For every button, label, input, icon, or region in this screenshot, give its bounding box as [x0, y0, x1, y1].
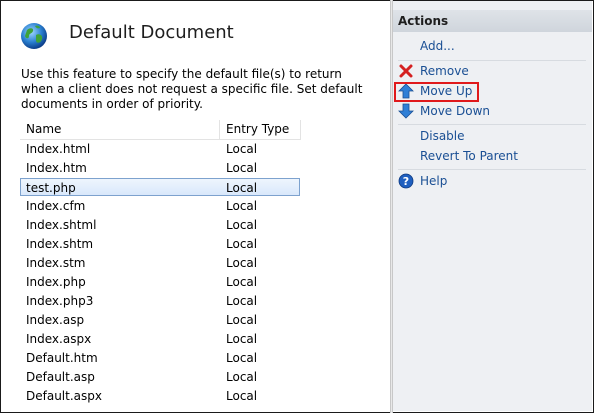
cell-entry-type: Local — [226, 218, 258, 232]
cell-entry-type: Local — [226, 161, 258, 175]
add-label[interactable]: Add... — [420, 37, 455, 55]
cell-name: Index.stm — [26, 256, 86, 270]
table-row[interactable]: Default.asp Local — [20, 368, 300, 386]
table-row[interactable]: Index.php Local — [20, 273, 300, 291]
disable-label[interactable]: Disable — [420, 127, 465, 145]
table-row[interactable]: Index.aspx Local — [20, 330, 300, 348]
cell-name: Index.cfm — [26, 199, 86, 213]
cell-name: Index.htm — [26, 161, 87, 175]
remove-label[interactable]: Remove — [420, 62, 469, 80]
page-title: Default Document — [69, 22, 234, 43]
cell-name: test.php — [26, 181, 76, 195]
table-row[interactable]: Index.htm Local — [20, 159, 300, 177]
cell-name: Index.php3 — [26, 294, 94, 308]
cell-entry-type: Local — [226, 199, 258, 213]
cell-name: Index.asp — [26, 313, 85, 327]
separator — [398, 60, 586, 61]
table-row[interactable]: Index.stm Local — [20, 254, 300, 272]
arrow-down-icon — [398, 103, 414, 119]
table-row[interactable]: Index.cfm Local — [20, 197, 300, 215]
cell-name: Default.htm — [26, 351, 98, 365]
globe-icon — [21, 23, 47, 49]
list-header: Name Entry Type — [20, 120, 301, 140]
move-down-label[interactable]: Move Down — [420, 102, 490, 120]
main-panel: Default Document Use this feature to spe… — [1, 1, 390, 411]
table-row[interactable]: Index.php3 Local — [20, 292, 300, 310]
cell-entry-type: Local — [226, 370, 258, 384]
cell-name: Index.shtm — [26, 237, 94, 251]
column-header-name[interactable]: Name — [20, 120, 220, 139]
feature-description: Use this feature to specify the default … — [21, 67, 363, 111]
cell-name: Default.asp — [26, 370, 95, 384]
table-row[interactable]: Index.shtm Local — [20, 235, 300, 253]
cell-entry-type: Local — [226, 181, 258, 195]
column-header-entry-type[interactable]: Entry Type — [220, 120, 301, 139]
remove-x-icon — [399, 64, 413, 78]
cell-name: Index.aspx — [26, 332, 92, 346]
separator — [398, 169, 586, 170]
table-row[interactable]: Index.asp Local — [20, 311, 300, 329]
svg-text:?: ? — [403, 175, 409, 188]
table-row[interactable]: Default.aspx Local — [20, 387, 300, 405]
cell-entry-type: Local — [226, 313, 258, 327]
table-row[interactable]: Index.shtml Local — [20, 216, 300, 234]
cell-entry-type: Local — [226, 275, 258, 289]
cell-entry-type: Local — [226, 237, 258, 251]
cell-entry-type: Local — [226, 332, 258, 346]
cell-entry-type: Local — [226, 294, 258, 308]
cell-entry-type: Local — [226, 142, 258, 156]
cell-entry-type: Local — [226, 256, 258, 270]
cell-name: Index.html — [26, 142, 91, 156]
highlight-box — [394, 82, 479, 102]
cell-name: Index.shtml — [26, 218, 97, 232]
actions-pane: Actions Add... Remove Move Up Move Down … — [393, 1, 592, 411]
separator — [398, 124, 586, 125]
cell-entry-type: Local — [226, 351, 258, 365]
cell-name: Index.php — [26, 275, 86, 289]
cell-entry-type: Local — [226, 389, 258, 403]
table-row[interactable]: Default.htm Local — [20, 349, 300, 367]
table-row[interactable]: Index.html Local — [20, 140, 300, 158]
default-documents-list[interactable]: Name Entry Type Index.html Local Index.htm… — [20, 120, 390, 411]
help-label[interactable]: Help — [420, 172, 447, 190]
revert-to-parent-label[interactable]: Revert To Parent — [420, 147, 518, 165]
help-icon: ? — [398, 173, 414, 189]
cell-name: Default.aspx — [26, 389, 102, 403]
actions-header: Actions — [393, 10, 592, 32]
table-row[interactable]: test.php Local — [20, 178, 300, 196]
